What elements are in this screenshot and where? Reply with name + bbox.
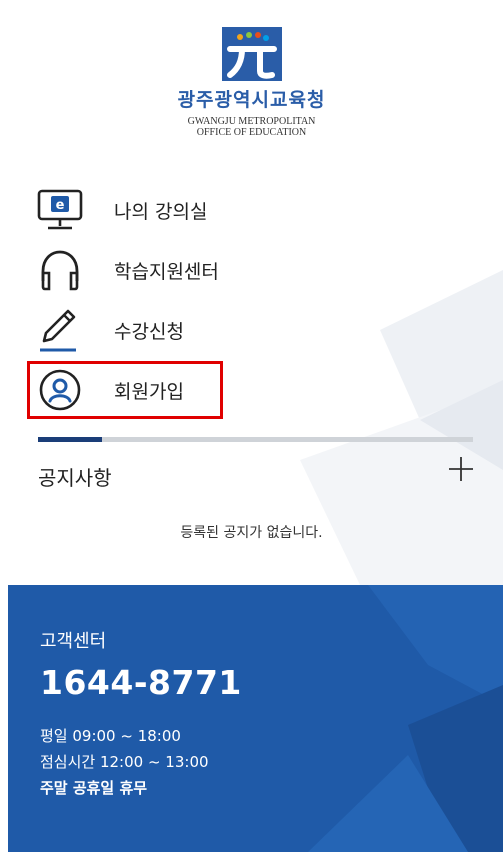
customer-center-hours-weekday: 평일 09:00 ~ 18:00: [40, 727, 181, 745]
menu-item-sign-up[interactable]: 회원가입: [36, 360, 219, 420]
main-menu: e 나의 강의실 학습지원센터 수강신청 회원가입: [36, 180, 219, 420]
monitor-e-icon: e: [36, 187, 88, 233]
notice-empty-message: 등록된 공지가 없습니다.: [180, 525, 323, 541]
customer-center-hours-holiday: 주말 공휴일 휴무: [40, 779, 148, 797]
pencil-icon: [36, 307, 88, 353]
section-divider-accent: [38, 437, 102, 442]
customer-center-decoration: [308, 585, 503, 852]
section-divider: [38, 437, 473, 442]
headphones-icon: [36, 247, 88, 293]
logo-name-english-line1: GWANGJU METROPOLITAN: [187, 116, 316, 127]
menu-item-learning-support[interactable]: 학습지원센터: [36, 240, 219, 300]
customer-center-phone[interactable]: 1644-8771: [40, 663, 242, 702]
menu-item-course-registration[interactable]: 수강신청: [36, 300, 219, 360]
menu-item-label: 회원가입: [114, 380, 184, 403]
logo-name-english: GWANGJU METROPOLITAN OFFICE OF EDUCATION: [0, 116, 503, 138]
customer-center-panel: 고객센터 1644-8771 평일 09:00 ~ 18:00 점심시간 12:…: [8, 585, 503, 852]
svg-text:e: e: [56, 198, 65, 213]
logo[interactable]: 광주광역시교육청 GWANGJU METROPOLITAN OFFICE OF …: [0, 25, 503, 138]
logo-name-korean: 광주광역시교육청: [177, 89, 326, 111]
customer-center-hours-lunch: 점심시간 12:00 ~ 13:00: [40, 753, 209, 771]
gwangju-education-emblem-icon: [221, 27, 282, 81]
notice-more-plus-icon[interactable]: [446, 454, 476, 484]
notice-title: 공지사항: [38, 466, 112, 490]
menu-item-my-classroom[interactable]: e 나의 강의실: [36, 180, 219, 240]
menu-item-label: 나의 강의실: [114, 200, 208, 223]
logo-name-english-line2: OFFICE OF EDUCATION: [196, 127, 307, 138]
menu-item-label: 수강신청: [114, 320, 184, 343]
customer-center-title: 고객센터: [40, 631, 107, 652]
user-circle-icon: [36, 367, 88, 413]
menu-item-label: 학습지원센터: [114, 260, 219, 283]
